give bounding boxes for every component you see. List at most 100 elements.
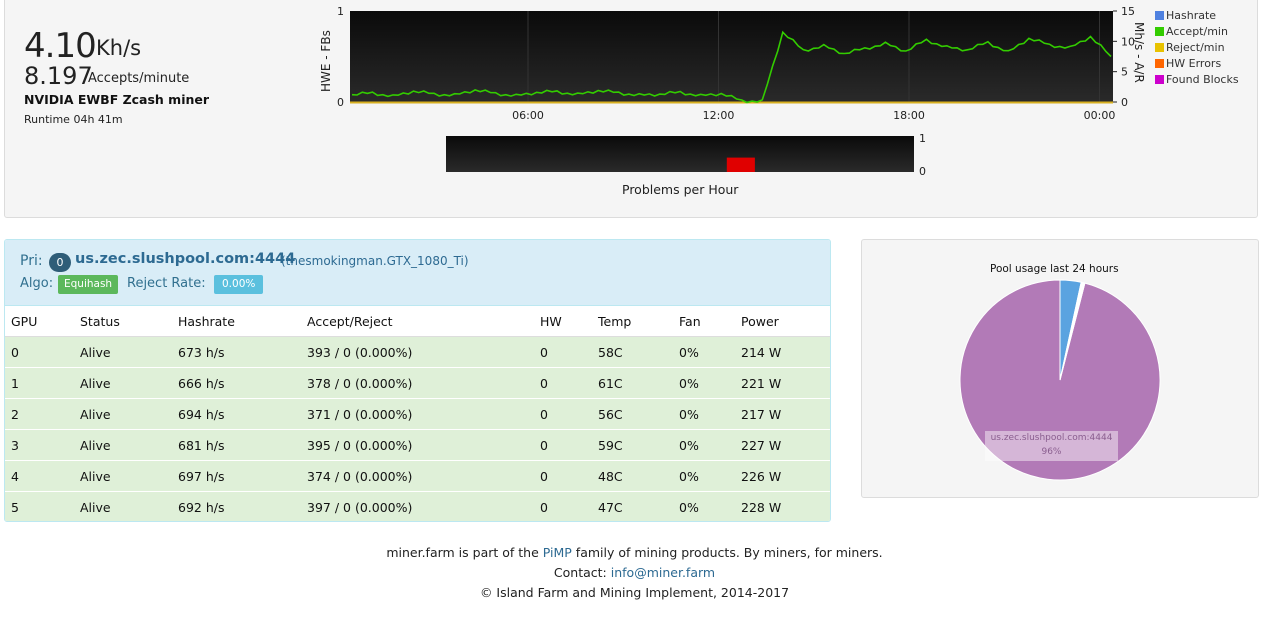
table-cell: Alive (74, 491, 172, 521)
legend-swatch (1155, 75, 1164, 84)
table-cell: 673 h/s (172, 336, 301, 368)
table-cell: 56C (592, 398, 673, 430)
legend-label: HW Errors (1166, 57, 1222, 70)
table-cell: 374 / 0 (0.000%) (301, 460, 534, 492)
runtime: Runtime 04h 41m (24, 113, 123, 126)
table-cell: 393 / 0 (0.000%) (301, 336, 534, 368)
table-cell: 214 W (735, 336, 830, 368)
table-cell: 681 h/s (172, 429, 301, 461)
table-cell: 226 W (735, 460, 830, 492)
x-tick-label: 18:00 (893, 109, 925, 122)
reject-rate-badge: 0.00% (214, 275, 264, 294)
legend-item[interactable]: HW Errors (1155, 57, 1221, 71)
table-cell: Alive (74, 336, 172, 368)
table-cell: 3 (5, 429, 74, 461)
table-header-row: GPU Status Hashrate Accept/Reject HW Temp Fan P… (5, 306, 830, 337)
pool-header: Pri: 0 us.zec.slushpool.com:4444 (thesmo… (5, 240, 830, 306)
problems-plot-area (446, 136, 914, 172)
contact-email-link[interactable]: info@miner.farm (611, 565, 715, 580)
y-left-label: HWE - FBs (319, 30, 333, 92)
footer-copyright: © Island Farm and Mining Implement, 2014… (479, 585, 790, 600)
table-cell: 48C (592, 460, 673, 492)
y-left-tick-label: 1 (337, 5, 344, 18)
legend-label: Found Blocks (1166, 73, 1239, 86)
algo-badge: Equihash (58, 275, 119, 294)
table-row: 2 Alive 694 h/s 371 / 0 (0.000%) 0 56C 0% 217 W (5, 398, 830, 430)
table-cell: 228 W (735, 491, 830, 521)
table-cell: 0 (534, 429, 592, 461)
pie-slice-percent: 96% (1041, 447, 1062, 457)
table-cell: Alive (74, 460, 172, 492)
table-cell: 227 W (735, 429, 830, 461)
column-header: Fan (673, 306, 735, 337)
legend-item[interactable]: Reject/min (1155, 41, 1225, 55)
table-cell: 5 (5, 491, 74, 521)
chart-plot-area (350, 11, 1113, 103)
table-cell: 378 / 0 (0.000%) (301, 367, 534, 399)
table-row: 1 Alive 666 h/s 378 / 0 (0.000%) 0 61C 0% 221 W (5, 367, 830, 399)
table-cell: 0% (673, 398, 735, 430)
table-cell: 0 (534, 336, 592, 368)
y-left-tick-label: 0 (337, 96, 344, 109)
footer-line-1: miner.farm is part of the PiMP family of… (0, 545, 1269, 560)
column-header: Hashrate (172, 306, 301, 337)
table-cell: 0% (673, 429, 735, 461)
footer-contact: Contact: info@miner.farm (0, 565, 1269, 580)
hashrate-value: 4.10 (24, 26, 97, 66)
problem-bar (726, 157, 755, 172)
legend-item[interactable]: Found Blocks (1155, 73, 1239, 87)
table-cell: 0 (5, 336, 74, 368)
table-cell: 0 (534, 398, 592, 430)
y-right-tick-label: 15 (1121, 5, 1135, 18)
table-cell: 59C (592, 429, 673, 461)
table-cell: 397 / 0 (0.000%) (301, 491, 534, 521)
pool-url-link[interactable]: us.zec.slushpool.com:4444 (75, 251, 295, 267)
table-cell: 0 (534, 367, 592, 399)
table-cell: 58C (592, 336, 673, 368)
x-tick-label: 06:00 (512, 109, 544, 122)
chart-y-right-ticks: 051015 (1113, 5, 1135, 109)
table-cell: Alive (74, 429, 172, 461)
footer-text-post: family of mining products. By miners, fo… (571, 545, 883, 560)
x-tick-label: 00:00 (1084, 109, 1116, 122)
table-cell: 395 / 0 (0.000%) (301, 429, 534, 461)
legend-swatch (1155, 59, 1164, 68)
table-cell: Alive (74, 367, 172, 399)
hashrate-unit: Kh/s (96, 36, 142, 60)
algo-label: Algo: (20, 276, 54, 291)
pri-label: Pri: (20, 253, 43, 269)
problems-title: Problems per Hour (622, 182, 739, 197)
table-cell: 2 (5, 398, 74, 430)
gpu-table: GPU Status Hashrate Accept/Reject HW Temp Fan P… (5, 306, 830, 521)
column-header: Temp (592, 306, 673, 337)
table-cell: 0 (534, 491, 592, 521)
y-right-tick-label: 5 (1121, 66, 1128, 79)
legend-label: Hashrate (1166, 9, 1217, 22)
table-cell: 221 W (735, 367, 830, 399)
legend-item[interactable]: Hashrate (1155, 9, 1216, 23)
problems-chart: 1 0 (446, 132, 926, 178)
legend-item[interactable]: Accept/min (1155, 25, 1228, 39)
table-cell: 0% (673, 367, 735, 399)
x-tick-label: 12:00 (703, 109, 735, 122)
table-cell: 0% (673, 491, 735, 521)
pie-slice-name: us.zec.slushpool.com:4444 (990, 433, 1113, 443)
table-cell: 0% (673, 460, 735, 492)
reject-rate-label: Reject Rate: (127, 276, 206, 291)
table-cell: Alive (74, 398, 172, 430)
performance-chart: 06:00 12:00 18:00 00:00 0 1 051015 HWE - FBs… (319, 5, 1146, 122)
column-header: Status (74, 306, 172, 337)
pool-worker: (thesmokingman.GTX_1080_Ti) (281, 254, 469, 268)
accepts-value: 8.197 (24, 62, 93, 90)
miner-name: NVIDIA EWBF Zcash miner (24, 92, 210, 107)
table-row: 0 Alive 673 h/s 393 / 0 (0.000%) 0 58C 0% 214 W (5, 336, 830, 368)
footer-text-pre: miner.farm is part of the (386, 545, 543, 560)
table-cell: 0 (534, 460, 592, 492)
table-cell: 697 h/s (172, 460, 301, 492)
table-cell: 694 h/s (172, 398, 301, 430)
column-header: HW (534, 306, 592, 337)
legend-label: Accept/min (1166, 25, 1228, 38)
table-row: 4 Alive 697 h/s 374 / 0 (0.000%) 0 48C 0% 226 W (5, 460, 830, 492)
column-header: Accept/Reject (301, 306, 534, 337)
pimp-link[interactable]: PiMP (543, 545, 572, 560)
